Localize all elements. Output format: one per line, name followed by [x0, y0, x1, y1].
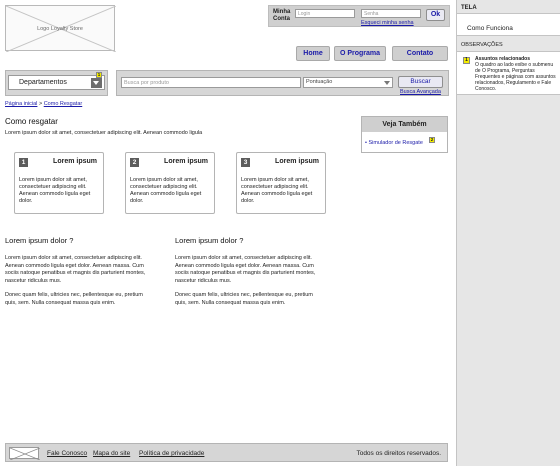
article-heading: Lorem ipsum dolor ? — [175, 236, 244, 245]
footer-contact-link[interactable]: Fale Conosco — [47, 450, 87, 457]
sort-value: Pontuação — [306, 79, 333, 85]
page-title: Como resgatar — [5, 117, 58, 126]
login-input[interactable]: Login — [295, 9, 355, 18]
screen-header: TELA — [461, 5, 477, 11]
faq-article: Lorem ipsum dolor ? Lorem ipsum dolor si… — [5, 236, 155, 314]
step-text: Lorem ipsum dolor sit amet, consectetuer… — [241, 177, 313, 204]
image-placeholder-icon — [10, 448, 40, 460]
step-card: 1 Lorem ipsum Lorem ipsum dolor sit amet… — [14, 152, 104, 214]
departments-label: Departamentos — [19, 79, 67, 86]
logo-placeholder[interactable]: Logo Loyalty Store — [5, 5, 116, 52]
article-paragraph: Donec quam felis, ultricies nec, pellent… — [175, 292, 313, 306]
advanced-search-link[interactable]: Busca Avançada — [400, 89, 441, 95]
annotation-panel: TELA Como Funciona OBSERVAÇÕES 1 Assunto… — [456, 0, 560, 466]
see-also-title: Veja Também — [362, 117, 447, 132]
note-badge-1: 1 — [96, 72, 102, 78]
notes-header: OBSERVAÇÕES — [461, 42, 503, 48]
breadcrumb-separator: > — [38, 101, 43, 107]
footer-privacy-link[interactable]: Política de privacidade — [139, 450, 204, 457]
redemption-simulator-link[interactable]: • Simulador de Resgate — [365, 140, 423, 146]
nav-home-button[interactable]: Home — [296, 46, 330, 61]
nav-contact-button[interactable]: Contato — [392, 46, 448, 61]
search-input[interactable]: Busca por produto — [121, 77, 301, 88]
step-title: Lorem ipsum — [53, 158, 97, 165]
sort-select[interactable]: Pontuação — [303, 77, 393, 88]
step-card: 2 Lorem ipsum Lorem ipsum dolor sit amet… — [125, 152, 215, 214]
faq-article: Lorem ipsum dolor ? Lorem ipsum dolor si… — [175, 236, 325, 314]
breadcrumb-home-link[interactable]: Página inicial — [5, 101, 37, 107]
article-heading: Lorem ipsum dolor ? — [5, 236, 74, 245]
article-paragraph: Donec quam felis, ultricies nec, pellent… — [5, 292, 143, 306]
search-bar: Busca por produto Pontuação Buscar Busca… — [116, 70, 449, 96]
footer-rights-text: Todos os direitos reservados. — [356, 450, 441, 457]
forgot-password-link[interactable]: Esqueci minha senha — [361, 20, 414, 26]
step-number: 3 — [241, 158, 250, 167]
note-text: O quadro ao lado exibe o submenu de O Pr… — [475, 62, 556, 92]
chevron-down-icon — [384, 81, 390, 85]
step-number: 1 — [19, 158, 28, 167]
footer-logo-placeholder — [9, 447, 40, 460]
step-text: Lorem ipsum dolor sit amet, consectetuer… — [19, 177, 91, 204]
step-card: 3 Lorem ipsum Lorem ipsum dolor sit amet… — [236, 152, 326, 214]
departments-bar: Departamentos — [5, 70, 108, 96]
note-badge-2: 2 — [429, 137, 435, 143]
note-number: 1 — [463, 57, 470, 64]
login-label: Minha Conta — [273, 9, 291, 22]
article-paragraph: Lorem ipsum dolor sit amet, consectetuer… — [5, 255, 146, 284]
login-ok-button[interactable]: Ok — [426, 9, 445, 21]
chevron-down-icon[interactable] — [91, 78, 102, 88]
departments-dropdown[interactable]: Departamentos — [8, 75, 105, 90]
logo-text: Logo Loyalty Store — [37, 26, 83, 32]
article-paragraph: Lorem ipsum dolor sit amet, consectetuer… — [175, 255, 316, 284]
search-button[interactable]: Buscar — [398, 76, 443, 88]
step-number: 2 — [130, 158, 139, 167]
step-title: Lorem ipsum — [164, 158, 208, 165]
see-also-box: Veja Também • Simulador de Resgate — [361, 116, 448, 153]
footer: Fale Conosco Mapa do site Política de pr… — [5, 443, 448, 462]
step-text: Lorem ipsum dolor sit amet, consectetuer… — [130, 177, 202, 204]
screen-name-row: Como Funciona — [457, 13, 560, 36]
nav-program-button[interactable]: O Programa — [334, 46, 386, 61]
intro-text: Lorem ipsum dolor sit amet, consectetuer… — [5, 130, 203, 136]
password-input[interactable]: Senha — [361, 9, 421, 18]
footer-sitemap-link[interactable]: Mapa do site — [93, 450, 130, 457]
note-item: 1 Assuntos relacionados O quadro ao lado… — [457, 51, 560, 95]
login-panel: Minha Conta Login Senha Ok Esqueci minha… — [268, 5, 450, 27]
screen-name: Como Funciona — [467, 25, 513, 32]
breadcrumb-current-link[interactable]: Como Resgatar — [44, 101, 83, 107]
breadcrumb: Página inicial > Como Resgatar — [5, 101, 82, 107]
step-title: Lorem ipsum — [275, 158, 319, 165]
